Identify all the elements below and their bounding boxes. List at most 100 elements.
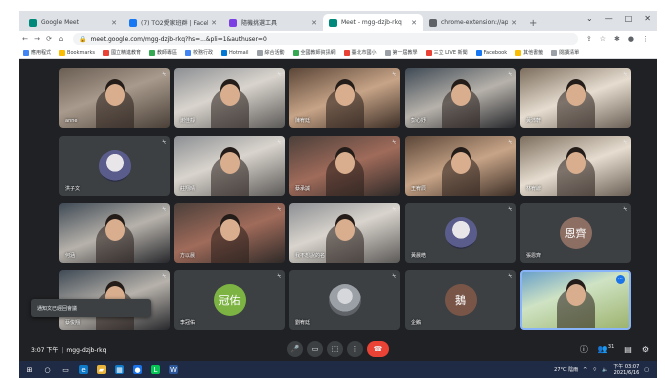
bookmark-label: Bookmarks	[67, 49, 95, 56]
tab-close-icon[interactable]: ✕	[311, 19, 317, 27]
meeting-details[interactable]: 3:07 下午 | mgg-dzjb-rkq	[31, 345, 106, 354]
people-icon[interactable]: 👥31	[598, 344, 614, 354]
bookmark-item[interactable]: 應用程式	[23, 49, 51, 56]
participant-tile[interactable]: ⍀ 陳宥廷	[289, 68, 400, 128]
participant-tile[interactable]: 冠佑 ⍀ 李冠佑	[174, 270, 285, 330]
participant-tile[interactable]: ⍀ 彭心妤	[405, 68, 516, 128]
menu-icon[interactable]: ⋮	[642, 35, 649, 43]
browser-tab[interactable]: (7) TO2愛家班群 | Facebook✕	[123, 14, 223, 31]
bookmark-item[interactable]: 臺北市國小	[343, 49, 377, 56]
participant-video	[210, 84, 249, 128]
bookmark-label: 三立 LIVE 新聞	[433, 50, 468, 56]
search-icon[interactable]: ○	[43, 365, 52, 374]
participant-tile[interactable]: ⍀ 洪子文	[59, 136, 170, 196]
word-icon[interactable]: W	[169, 365, 178, 374]
start-icon[interactable]: ⊞	[25, 365, 34, 374]
url-text: meet.google.com/mgg-dzjb-rkq?hs=...&pli=…	[90, 35, 267, 43]
participant-tile[interactable]: ⍀ anne	[59, 68, 170, 128]
network-icon[interactable]: ⌔	[592, 367, 597, 373]
address-bar[interactable]: 🔒 meet.google.com/mgg-dzjb-rkq?hs=...&pl…	[73, 33, 578, 45]
weather-text[interactable]: 27°C 陰雨	[554, 366, 578, 373]
bookmark-item[interactable]: 教師專區	[148, 49, 177, 56]
volume-icon[interactable]: 🔈	[602, 367, 608, 373]
participant-tile[interactable]: ⋯	[520, 270, 631, 330]
participant-tile[interactable]: ⍀ 何涵	[59, 203, 170, 263]
participant-tile[interactable]: 恩齊 ⍀ 張恩齊	[520, 203, 631, 263]
explorer-icon[interactable]: ▰	[97, 365, 106, 374]
reload-icon[interactable]: ⟳	[43, 35, 55, 43]
bookmark-item[interactable]: Facebook	[475, 49, 507, 56]
mic-off-icon: ⍀	[508, 273, 512, 280]
participant-tile[interactable]: ⍀ 王宥辰	[405, 136, 516, 196]
participant-tile[interactable]: ⍀ 方以晨	[174, 203, 285, 263]
profile-icon[interactable]: ●	[628, 35, 634, 43]
participant-tile[interactable]: ⍀ 謝佳靜	[174, 68, 285, 128]
mic-off-icon: ⍀	[277, 71, 281, 78]
bookmark-item[interactable]: 全國教師資訊網	[292, 49, 336, 56]
participant-tile[interactable]: ⍀ 林宥諺	[520, 136, 631, 196]
participant-tile[interactable]: ⍀ 黃沛軒	[520, 68, 631, 128]
leave-call-button[interactable]: ☎	[367, 341, 389, 357]
bookmark-item[interactable]: 國立精進教育	[102, 49, 141, 56]
window-control-icon[interactable]: ⌄	[586, 14, 593, 23]
participant-count: 31	[607, 344, 615, 351]
clock-time: 下午 03:07	[613, 363, 640, 370]
extensions-icon[interactable]: ✱	[614, 35, 620, 43]
taskview-icon[interactable]: ▭	[61, 365, 70, 374]
forward-icon[interactable]: →	[31, 35, 43, 43]
edge-icon[interactable]: e	[79, 365, 88, 374]
participant-tile[interactable]: ⍀ 我不想說的名	[289, 203, 400, 263]
info-icon[interactable]: ⓘ	[580, 344, 588, 355]
tab-close-icon[interactable]: ✕	[211, 19, 217, 27]
tray-arrow-icon[interactable]: ^	[583, 367, 587, 373]
star-icon[interactable]: ☆	[600, 35, 606, 43]
store-icon[interactable]: ▦	[115, 365, 124, 374]
bookmark-item[interactable]: 閱讀清單	[551, 49, 579, 56]
more-options-button[interactable]: ⋮	[347, 341, 363, 357]
window-control-icon[interactable]: —	[605, 14, 613, 23]
notifications-icon[interactable]: ▢	[644, 367, 649, 373]
bookmark-item[interactable]: Bookmarks	[59, 49, 95, 56]
participant-tile[interactable]: ⍀ 黃晨皓	[405, 203, 516, 263]
browser-tab[interactable]: Meet - mgg-dzjb-rkq ✕	[323, 14, 423, 31]
browser-tab[interactable]: 隨機挑選工具 ✕	[223, 14, 323, 31]
participant-name: 張恩齊	[526, 253, 542, 259]
bookmark-item[interactable]: Hotmail	[221, 49, 249, 56]
browser-tab[interactable]: Google Meet ✕	[23, 14, 123, 31]
tab-label: Meet - mgg-dzjb-rkq	[341, 19, 402, 26]
new-tab-button[interactable]: +	[523, 18, 543, 31]
present-button[interactable]: ⬚	[327, 341, 343, 357]
mic-toggle-button[interactable]: 🎤	[287, 341, 303, 357]
bookmark-item[interactable]: 綜合活動	[256, 49, 285, 56]
participant-tile[interactable]: ⍀ 劉宥廷	[289, 270, 400, 330]
bookmark-item[interactable]: 三立 LIVE 新聞	[425, 49, 468, 56]
clock-date: 2021/6/16	[613, 369, 640, 376]
share-icon[interactable]: ⇪	[586, 35, 592, 43]
line-icon[interactable]: L	[151, 365, 160, 374]
meet-stage: ⍀ anne ⍀ 謝佳靜 ⍀ 陳宥廷 ⍀ 彭心妤 ⍀ 黃沛軒 ⍀ 洪子文 ⍀ 莊翔晴 ⍀ 蔡承誠 ⍀ 王宥辰 ⍀ 林宥…	[19, 59, 657, 361]
clock[interactable]: 下午 03:07 2021/6/16	[613, 364, 639, 376]
bookmark-label: 全國教師資訊網	[300, 50, 336, 56]
tab-close-icon[interactable]: ✕	[111, 19, 117, 27]
tab-close-icon[interactable]: ✕	[411, 19, 417, 27]
participant-name: 我不想說的名	[295, 253, 326, 259]
window-control-icon[interactable]: ✕	[644, 14, 651, 23]
tab-close-icon[interactable]: ✕	[511, 19, 517, 27]
bookmark-item[interactable]: 其他書籤	[515, 49, 543, 56]
bookmark-item[interactable]: 第一屆教學	[384, 49, 418, 56]
participant-tile[interactable]: ⍀ 莊翔晴	[174, 136, 285, 196]
camera-toggle-button[interactable]: ▭	[307, 341, 323, 357]
browser-tab[interactable]: chrome-extension://appcnhir✕	[423, 14, 523, 31]
chrome-icon[interactable]: ●	[133, 365, 142, 374]
participant-tile[interactable]: 鵝 ⍀ 企鵝	[405, 270, 516, 330]
chat-icon[interactable]: ▤	[624, 345, 632, 354]
participant-tile[interactable]: ⍀ 蔡承誠	[289, 136, 400, 196]
bookmark-favicon-icon	[292, 49, 299, 56]
window-control-icon[interactable]: □	[625, 14, 633, 23]
home-icon[interactable]: ⌂	[55, 35, 67, 43]
participant-name: 蔡俊翔	[65, 320, 81, 326]
bookmark-favicon-icon	[515, 49, 522, 56]
bookmark-item[interactable]: 校務行政	[184, 49, 213, 56]
back-icon[interactable]: ←	[19, 35, 31, 43]
activities-icon[interactable]: ⚙	[642, 345, 649, 354]
